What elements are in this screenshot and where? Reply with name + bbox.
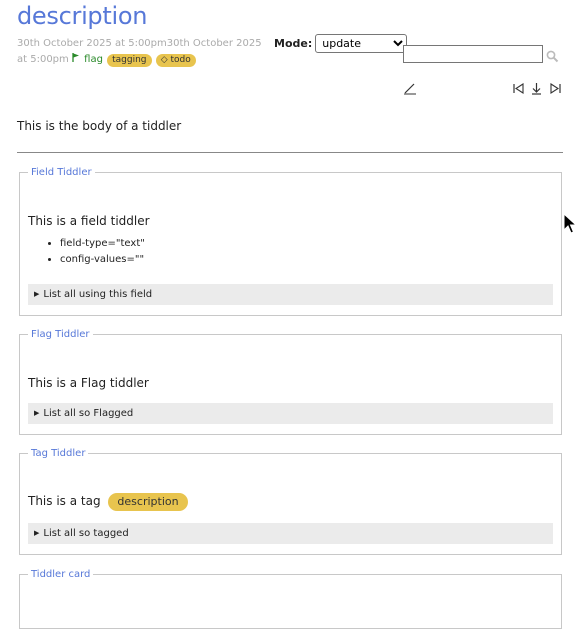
tiddler-card-legend: Tiddler card bbox=[31, 569, 91, 580]
tag-tiddler-text: This is a tag bbox=[28, 494, 101, 508]
tiddler-title: description bbox=[17, 2, 148, 30]
last-icon[interactable] bbox=[549, 80, 562, 99]
tag-details-label: List all so tagged bbox=[43, 528, 129, 539]
field-tiddler-card: Field Tiddler This is a field tiddler fi… bbox=[19, 167, 562, 316]
tiddler-body: This is the body of a tiddler bbox=[17, 119, 182, 133]
flag-tiddler-legend: Flag Tiddler bbox=[31, 329, 90, 340]
search-input[interactable] bbox=[403, 45, 543, 63]
field-details-label: List all using this field bbox=[43, 289, 153, 300]
field-tiddler-legend: Field Tiddler bbox=[31, 167, 92, 178]
tag-tiddler-title: This is a tag description bbox=[28, 493, 188, 511]
tiddler-card: Tiddler card bbox=[19, 569, 562, 629]
edit-icon[interactable] bbox=[403, 80, 417, 99]
flag-label[interactable]: flag bbox=[84, 54, 103, 65]
list-item: config-values="" bbox=[60, 252, 145, 268]
search-icon[interactable] bbox=[546, 48, 559, 67]
flag-tiddler-title: This is a Flag tiddler bbox=[28, 376, 149, 390]
flag-icon bbox=[72, 53, 83, 65]
tag-tiddler-card: Tag Tiddler This is a tag description ▶ L… bbox=[19, 448, 562, 555]
tag-pill-todo[interactable]: ◇ todo bbox=[155, 54, 196, 67]
tag-details-toggle[interactable]: ▶ List all so tagged bbox=[28, 523, 553, 544]
mouse-cursor-icon bbox=[563, 212, 578, 239]
tiddler-subtitle: 30th October 2025 at 5:00pm30th October … bbox=[17, 36, 272, 68]
flag-tiddler-card: Flag Tiddler This is a Flag tiddler ▶ Lis… bbox=[19, 329, 562, 435]
flag-details-toggle[interactable]: ▶ List all so Flagged bbox=[28, 403, 553, 424]
tag-pill-tagging[interactable]: tagging bbox=[107, 54, 152, 67]
download-icon[interactable] bbox=[530, 80, 543, 99]
divider bbox=[17, 152, 563, 153]
mode-select[interactable]: update bbox=[315, 34, 408, 53]
mode-control: Mode: update bbox=[274, 34, 408, 53]
triangle-right-icon: ▶ bbox=[34, 290, 40, 298]
field-list: field-type="text" config-values="" bbox=[60, 236, 145, 268]
tag-tiddler-legend: Tag Tiddler bbox=[31, 448, 86, 459]
tag-diamond-icon: ◇ bbox=[160, 55, 168, 65]
flag-details-label: List all so Flagged bbox=[43, 408, 134, 419]
list-item: field-type="text" bbox=[60, 236, 145, 252]
tag-pill-description[interactable]: description bbox=[108, 493, 188, 511]
field-tiddler-title: This is a field tiddler bbox=[28, 214, 150, 228]
triangle-right-icon: ▶ bbox=[34, 529, 40, 537]
first-icon[interactable] bbox=[512, 80, 525, 99]
mode-label: Mode: bbox=[274, 37, 313, 50]
field-details-toggle[interactable]: ▶ List all using this field bbox=[28, 284, 553, 305]
triangle-right-icon: ▶ bbox=[34, 409, 40, 417]
tag-pill-todo-label: todo bbox=[170, 55, 191, 65]
